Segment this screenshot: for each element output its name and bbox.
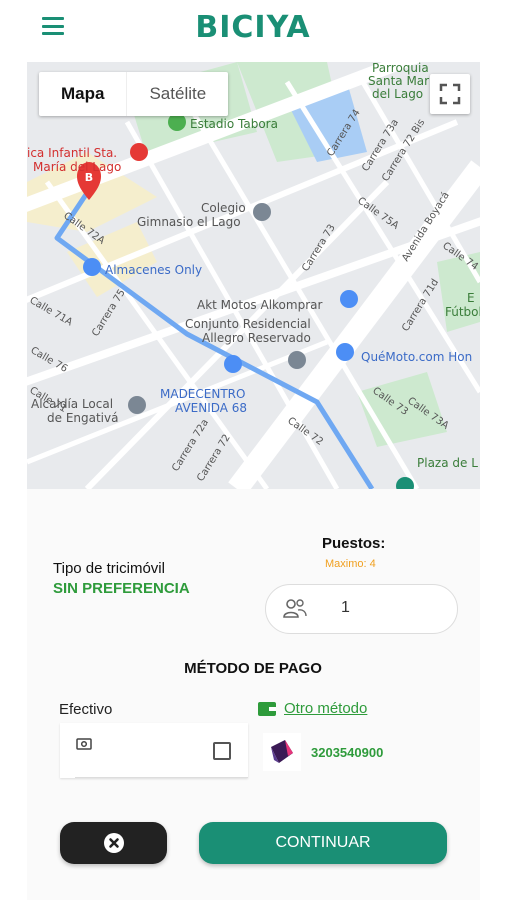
svg-text:AVENIDA 68: AVENIDA 68 [175, 401, 247, 415]
close-circle-icon [104, 833, 124, 853]
cancel-button[interactable] [60, 822, 167, 864]
otro-metodo-label: Otro método [284, 700, 368, 717]
tipo-tricimovil-label: Tipo de tricimóvil [53, 560, 165, 577]
puestos-label: Puestos: [322, 535, 386, 552]
nequi-number: 3203540900 [311, 744, 384, 760]
metodo-pago-title: MÉTODO DE PAGO [184, 660, 322, 677]
svg-text:Gimnasio el Lago: Gimnasio el Lago [137, 215, 241, 229]
svg-text:de Engativá: de Engativá [47, 411, 118, 425]
svg-text:Conjunto Residencial: Conjunto Residencial [185, 317, 311, 331]
nequi-logo [263, 733, 301, 771]
svg-text:Almacenes Only: Almacenes Only [105, 263, 202, 277]
cash-icon [76, 737, 92, 755]
app-header: BICIYA [0, 0, 506, 60]
svg-text:E: E [467, 291, 475, 305]
efectivo-divider [75, 777, 248, 778]
svg-text:Plaza de L: Plaza de L [417, 456, 478, 470]
svg-text:Colegio: Colegio [201, 201, 246, 215]
nequi-account[interactable]: 3203540900 [263, 733, 383, 771]
otro-metodo-link[interactable]: Otro método [258, 700, 367, 717]
tab-mapa[interactable]: Mapa [39, 72, 126, 116]
puestos-max-hint: Maximo: 4 [325, 558, 376, 570]
efectivo-option[interactable] [60, 723, 248, 778]
svg-text:QuéMoto.com Hon: QuéMoto.com Hon [361, 350, 472, 364]
people-icon [282, 597, 308, 626]
puestos-input[interactable]: 1 [265, 584, 458, 634]
svg-text:MADECENTRO: MADECENTRO [160, 387, 245, 401]
map-canvas: B Estadio Tabora ica Infantil Sta. María… [27, 62, 480, 489]
svg-text:Allegro Reservado: Allegro Reservado [202, 331, 311, 345]
continue-button[interactable]: CONTINUAR [199, 822, 447, 864]
tipo-tricimovil-value[interactable]: SIN PREFERENCIA [53, 580, 190, 597]
map-type-tabs: Mapa Satélite [39, 72, 229, 116]
route-map[interactable]: B Estadio Tabora ica Infantil Sta. María… [27, 62, 480, 489]
svg-text:del Lago: del Lago [372, 87, 423, 101]
svg-text:Santa María: Santa María [368, 74, 440, 88]
efectivo-label: Efectivo [59, 701, 113, 718]
svg-text:ica Infantil Sta.: ica Infantil Sta. [27, 146, 117, 160]
svg-text:Fútbol: Fútbol [445, 305, 480, 319]
puestos-value: 1 [341, 599, 350, 616]
svg-text:María del Lago: María del Lago [33, 160, 121, 174]
svg-text:Estadio Tabora: Estadio Tabora [190, 117, 278, 131]
efectivo-checkbox[interactable] [213, 742, 231, 760]
wallet-icon [258, 701, 276, 716]
fullscreen-icon[interactable] [430, 74, 470, 114]
app-title: BICIYA [195, 10, 311, 45]
svg-text:Akt Motos Alkomprar: Akt Motos Alkomprar [197, 298, 322, 312]
tab-satelite[interactable]: Satélite [126, 72, 228, 116]
